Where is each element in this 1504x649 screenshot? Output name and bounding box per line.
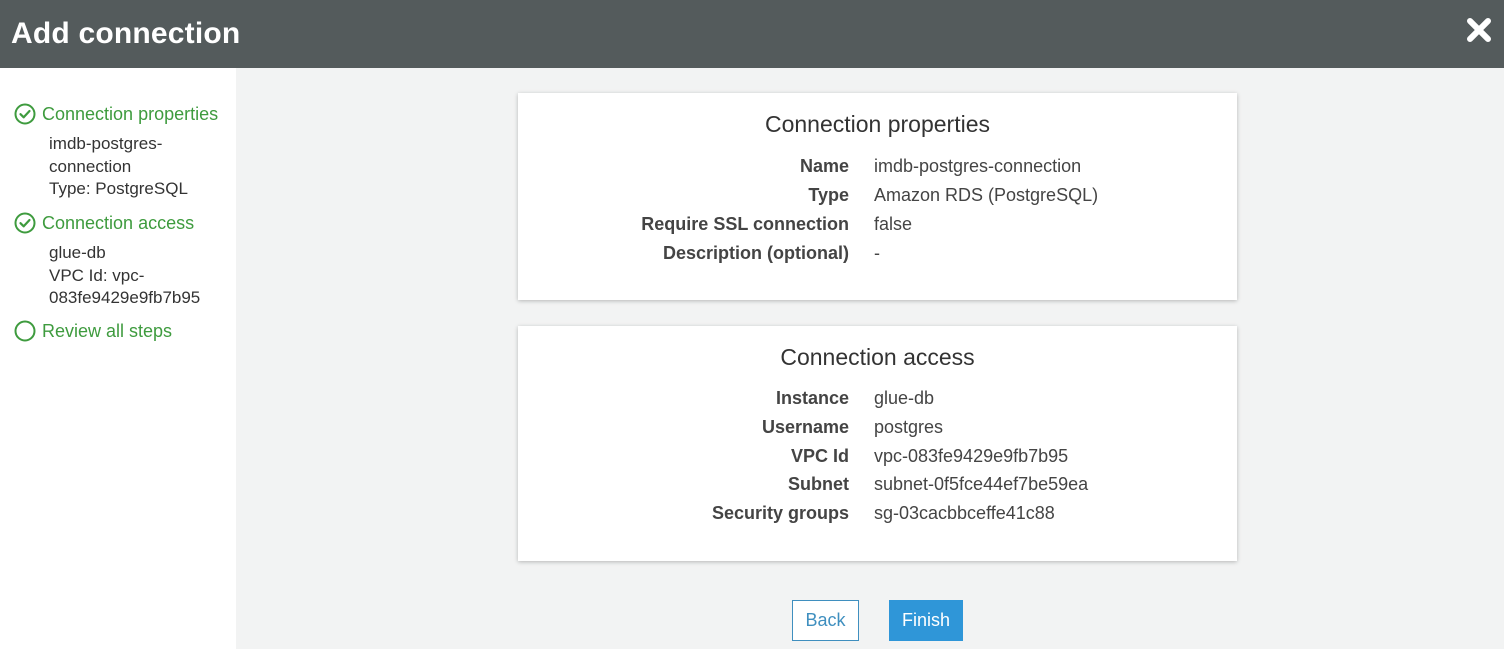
step-label: Connection access bbox=[42, 212, 195, 233]
back-button[interactable]: Back bbox=[792, 600, 859, 641]
row-label: Description (optional) bbox=[663, 243, 849, 263]
row-value: vpc-083fe9429e9fb7b95 bbox=[874, 446, 1069, 466]
access-row-vpc-id: VPC Id vpc-083fe9429e9fb7b95 bbox=[518, 446, 1237, 467]
connection-properties-card: Connection properties Name imdb-postgres… bbox=[518, 93, 1237, 300]
row-value: Amazon RDS (PostgreSQL) bbox=[874, 185, 1099, 205]
step-label: Review all steps bbox=[42, 320, 173, 341]
step-connection-access[interactable]: Connection access glue-db VPC Id: vpc- 0… bbox=[14, 212, 200, 310]
step-detail-line: 083fe9429e9fb7b95 bbox=[49, 288, 201, 307]
step-details: glue-db VPC Id: vpc- 083fe9429e9fb7b95 bbox=[49, 242, 200, 310]
card-title: Connection properties bbox=[764, 111, 991, 137]
property-row-ssl: Require SSL connection false bbox=[518, 214, 1237, 235]
empty-circle-icon bbox=[14, 320, 36, 342]
access-row-username: Username postgres bbox=[518, 417, 1237, 438]
row-label: Instance bbox=[775, 388, 849, 408]
connection-access-card: Connection access Instance glue-db Usern… bbox=[518, 326, 1237, 561]
row-label: Username bbox=[761, 417, 849, 437]
row-value: false bbox=[874, 214, 913, 234]
row-value: imdb-postgres-connection bbox=[874, 156, 1082, 176]
access-row-security-groups: Security groups sg-03cacbbceffe41c88 bbox=[518, 503, 1237, 524]
step-detail-line: connection bbox=[49, 156, 132, 176]
card-title: Connection access bbox=[780, 344, 975, 370]
step-detail-line: VPC Id: vpc- bbox=[49, 265, 145, 285]
row-value: sg-03cacbbceffe41c88 bbox=[874, 503, 1055, 523]
finish-button[interactable]: Finish bbox=[889, 600, 963, 641]
close-x-icon bbox=[1467, 18, 1491, 42]
wizard-steps-sidebar: Connection properties imdb-postgres- con… bbox=[0, 68, 236, 649]
step-detail-line: Type: PostgreSQL bbox=[49, 179, 188, 198]
row-value: - bbox=[874, 243, 880, 263]
row-value: postgres bbox=[874, 417, 944, 437]
modal-header: Add connection bbox=[0, 0, 1504, 68]
step-details: imdb-postgres- connection Type: PostgreS… bbox=[49, 133, 218, 201]
row-label: Type bbox=[808, 185, 849, 205]
row-label: VPC Id bbox=[790, 446, 849, 466]
property-row-name: Name imdb-postgres-connection bbox=[518, 156, 1237, 177]
check-circle-icon bbox=[14, 212, 36, 234]
row-value: subnet-0f5fce44ef7be59ea bbox=[874, 474, 1089, 494]
row-label: Name bbox=[799, 156, 849, 176]
step-connection-properties[interactable]: Connection properties imdb-postgres- con… bbox=[14, 103, 218, 201]
access-row-subnet: Subnet subnet-0f5fce44ef7be59ea bbox=[518, 474, 1237, 495]
check-circle-icon bbox=[14, 103, 36, 125]
row-label: Require SSL connection bbox=[641, 214, 849, 234]
step-label: Connection properties bbox=[42, 103, 219, 124]
property-row-type: Type Amazon RDS (PostgreSQL) bbox=[518, 185, 1237, 206]
step-detail-line: imdb-postgres- bbox=[49, 134, 163, 153]
property-row-description: Description (optional) - bbox=[518, 243, 1237, 264]
step-review-all-steps[interactable]: Review all steps bbox=[14, 320, 172, 342]
review-content: Connection properties Name imdb-postgres… bbox=[236, 68, 1504, 649]
row-value: glue-db bbox=[874, 388, 935, 408]
step-detail-line: glue-db bbox=[49, 243, 106, 262]
close-button[interactable] bbox=[1464, 15, 1494, 45]
row-label: Subnet bbox=[788, 474, 849, 494]
modal-title: Add connection bbox=[11, 17, 241, 50]
access-row-instance: Instance glue-db bbox=[518, 388, 1237, 409]
row-label: Security groups bbox=[711, 503, 849, 523]
